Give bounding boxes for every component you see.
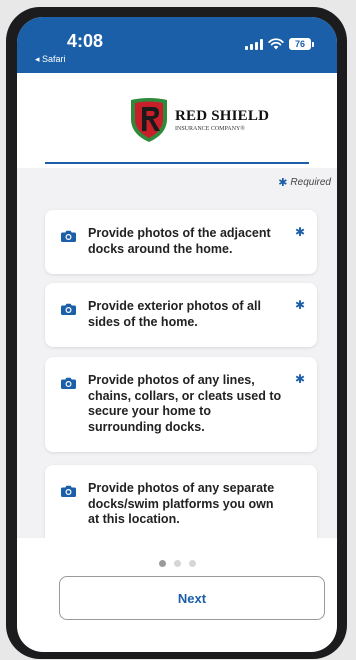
signal-icon xyxy=(245,38,263,50)
requirement-text: Provide photos of any separate docks/swi… xyxy=(88,481,275,526)
back-to-safari-link[interactable]: ◂ Safari xyxy=(35,54,66,65)
photo-requirements-list[interactable]: ✱ Required Provide photos of the adjacen… xyxy=(17,168,337,538)
requirement-card-exterior-sides[interactable]: Provide exterior photos of all sides of … xyxy=(45,283,317,347)
screen: 4:08 ◂ Safari 76 RED SHIELD INSURANCE CO… xyxy=(17,17,337,652)
page-dot-3[interactable] xyxy=(188,560,196,567)
camera-icon xyxy=(61,303,76,315)
status-icons: 76 xyxy=(245,38,314,50)
logo-subtitle: INSURANCE COMPANY® xyxy=(175,125,245,132)
requirement-text: Provide exterior photos of all sides of … xyxy=(88,299,261,329)
wifi-icon xyxy=(268,38,284,50)
page-indicator[interactable] xyxy=(17,560,337,567)
requirement-card-adjacent-docks[interactable]: Provide photos of the adjacent docks aro… xyxy=(45,210,317,274)
phone-frame: 4:08 ◂ Safari 76 RED SHIELD INSURANCE CO… xyxy=(6,7,347,659)
page-dot-2[interactable] xyxy=(173,560,181,567)
header-divider xyxy=(45,162,309,164)
page-dot-1[interactable] xyxy=(158,560,166,567)
company-logo: RED SHIELD INSURANCE COMPANY® xyxy=(129,97,269,143)
battery-icon: 76 xyxy=(289,38,314,50)
asterisk-icon: ✱ xyxy=(294,225,305,239)
camera-icon xyxy=(61,230,76,242)
logo-name: RED SHIELD xyxy=(175,107,270,124)
status-bar: 4:08 ◂ Safari 76 xyxy=(17,17,337,73)
requirement-text: Provide photos of the adjacent docks aro… xyxy=(88,226,271,256)
app-header: RED SHIELD INSURANCE COMPANY® xyxy=(17,73,337,168)
requirement-card-separate-docks[interactable]: Provide photos of any separate docks/swi… xyxy=(45,465,317,538)
status-time: 4:08 xyxy=(67,31,104,51)
requirement-text: Provide photos of any lines, chains, col… xyxy=(88,373,282,434)
camera-icon xyxy=(61,377,76,389)
asterisk-icon: ✱ xyxy=(294,372,305,386)
red-shield-logo-icon xyxy=(131,98,167,142)
requirement-card-lines-chains[interactable]: Provide photos of any lines, chains, col… xyxy=(45,357,317,452)
required-legend: ✱ Required xyxy=(278,176,331,189)
asterisk-icon: ✱ xyxy=(278,177,288,189)
next-button[interactable]: Next xyxy=(59,576,325,620)
asterisk-icon: ✱ xyxy=(294,298,305,312)
camera-icon xyxy=(61,485,76,497)
required-label: Required xyxy=(290,177,331,188)
